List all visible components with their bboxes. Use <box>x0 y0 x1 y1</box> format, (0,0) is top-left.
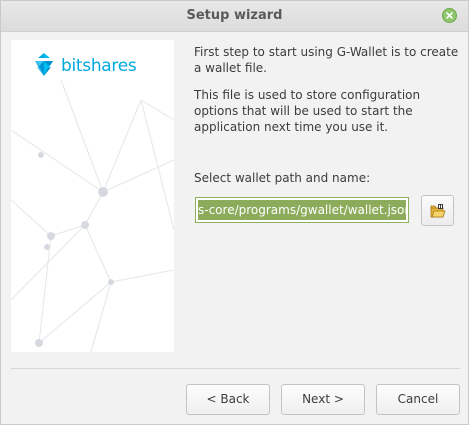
wallet-path-value: s-core/programs/gwallet/wallet.json <box>198 200 406 220</box>
window-title: Setup wizard <box>186 8 283 23</box>
browse-button[interactable] <box>421 195 454 226</box>
logo-text: bitshares <box>61 56 137 76</box>
wallet-path-input[interactable]: s-core/programs/gwallet/wallet.json <box>195 197 409 223</box>
intro-paragraph: First step to start using G-Wallet is to… <box>194 45 459 75</box>
close-button[interactable] <box>442 8 457 23</box>
wizard-side-image: bitshares <box>11 40 174 352</box>
bitshares-logo: bitshares <box>31 52 141 78</box>
cancel-button[interactable]: Cancel <box>376 384 460 415</box>
back-button[interactable]: < Back <box>186 384 270 415</box>
next-button[interactable]: Next > <box>281 384 365 415</box>
setup-wizard-window: Setup wizard bitshares First step to sta… <box>0 0 469 425</box>
wizard-description: First step to start using G-Wallet is to… <box>194 44 460 146</box>
bitshares-logo-icon <box>35 53 53 76</box>
info-paragraph: This file is used to store configuration… <box>194 88 421 134</box>
wallet-path-label: Select wallet path and name: <box>194 171 371 185</box>
close-icon <box>446 12 453 19</box>
title-bar: Setup wizard <box>1 1 468 32</box>
button-separator <box>11 368 460 369</box>
network-background <box>11 79 174 352</box>
folder-open-icon <box>430 204 446 218</box>
